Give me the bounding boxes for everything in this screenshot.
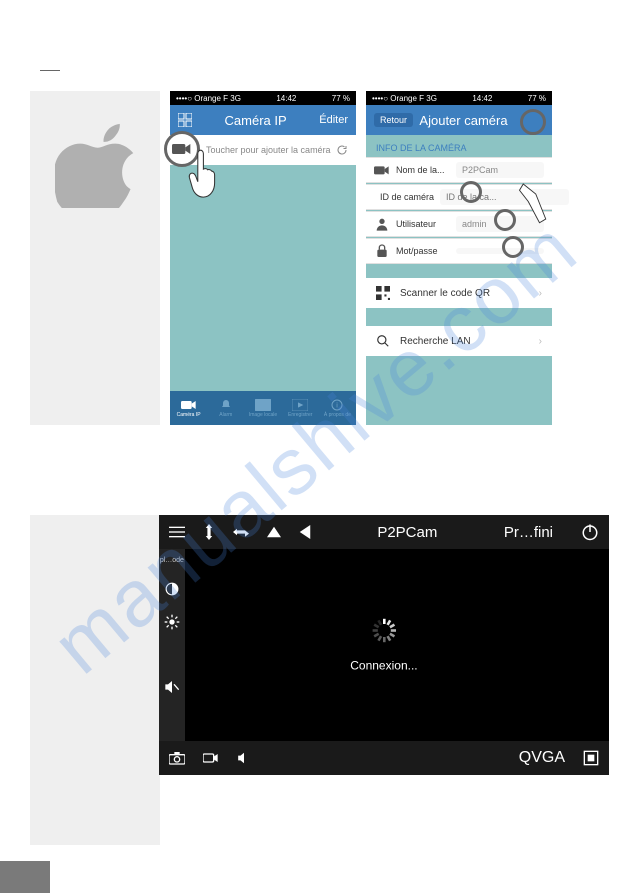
player-status-area: Connexion... <box>350 618 417 673</box>
tab-alarm[interactable]: Alarm <box>207 391 244 425</box>
user-label: Utilisateur <box>396 219 456 229</box>
screenshot-add-camera: ••••○ Orange F 3G 14:42 77 % Retour Ajou… <box>366 91 552 425</box>
edit-button[interactable]: Éditer <box>319 114 348 126</box>
clock-text: 14:42 <box>472 94 492 103</box>
quality-label[interactable]: QVGA <box>519 749 565 767</box>
bottom-tab-bar: Caméra IP Alarm Image locale Enregistrer… <box>170 391 356 425</box>
app-header: Caméra IP Éditer <box>170 105 356 135</box>
page-footer-block <box>0 861 50 893</box>
arrow-horizontal-icon[interactable] <box>233 526 249 538</box>
player-side-toolbar: pl…ode <box>159 549 185 741</box>
triangle-up-icon[interactable] <box>267 525 281 539</box>
row-password[interactable]: Mot/passe <box>366 238 552 264</box>
chevron-right-icon: › <box>539 288 542 299</box>
clock-text: 14:42 <box>276 94 296 103</box>
speaker-icon[interactable] <box>237 751 251 765</box>
section-rule <box>40 70 60 71</box>
spinner-icon <box>371 618 397 644</box>
sidebar-spacer <box>30 515 159 775</box>
brightness-icon[interactable] <box>164 614 180 630</box>
platform-panel-apple <box>30 91 160 235</box>
camcorder-icon <box>374 165 390 176</box>
mode-label[interactable]: pl…ode <box>160 557 184 564</box>
annotation-circle <box>520 109 546 135</box>
player-top-bar: P2PCam Pr…fini <box>159 515 609 549</box>
header-title: Ajouter caméra <box>413 113 514 128</box>
tab-camera[interactable]: Caméra IP <box>170 391 207 425</box>
qr-icon <box>376 286 390 300</box>
menu-icon[interactable] <box>169 526 185 538</box>
arrow-vertical-icon[interactable] <box>203 524 215 540</box>
chevron-right-icon: › <box>539 336 542 347</box>
record-icon[interactable] <box>203 752 219 764</box>
annotation-circle <box>494 209 516 231</box>
finger-pointer-icon <box>516 179 558 229</box>
name-value[interactable]: P2PCam <box>456 162 544 178</box>
header-title: Caméra IP <box>192 113 319 128</box>
video-player: P2PCam Pr…fini pl…ode Connexion... <box>159 515 609 775</box>
screenshot-camera-list: ••••○ Orange F 3G 14:42 77 % Caméra IP É… <box>170 91 356 425</box>
tab-about[interactable]: iÀ propos de <box>319 391 356 425</box>
lan-search-label: Recherche LAN <box>400 336 471 347</box>
status-bar: ••••○ Orange F 3G 14:42 77 % <box>366 91 552 105</box>
lock-icon <box>374 243 390 259</box>
battery-text: 77 % <box>332 94 350 103</box>
sidebar-spacer <box>30 235 160 425</box>
search-icon <box>376 334 390 348</box>
triangle-left-icon[interactable] <box>299 525 311 539</box>
name-label: Nom de la... <box>396 165 456 175</box>
carrier-text: ••••○ Orange F 3G <box>176 94 241 103</box>
user-icon <box>374 216 390 232</box>
annotation-circle <box>502 236 524 258</box>
snapshot-icon[interactable] <box>169 751 185 765</box>
connection-status: Connexion... <box>350 659 417 673</box>
apple-logo-icon <box>55 118 135 208</box>
back-button[interactable]: Retour <box>374 113 413 127</box>
tab-local-image[interactable]: Image locale <box>244 391 281 425</box>
power-icon[interactable] <box>581 523 599 541</box>
finger-pointer-icon <box>188 149 216 199</box>
grid-icon[interactable] <box>178 113 192 127</box>
speaker-off-icon[interactable] <box>164 680 180 694</box>
scan-qr-label: Scanner le code QR <box>400 288 490 299</box>
fullscreen-icon[interactable] <box>583 750 599 766</box>
svg-text:i: i <box>337 402 339 409</box>
player-preset-label[interactable]: Pr…fini <box>504 524 553 541</box>
contrast-icon[interactable] <box>165 582 179 596</box>
carrier-text: ••••○ Orange F 3G <box>372 94 437 103</box>
tab-record[interactable]: Enregistrer <box>282 391 319 425</box>
night-icon[interactable] <box>165 648 179 662</box>
password-value[interactable] <box>456 248 544 254</box>
scan-qr-row[interactable]: Scanner le code QR › <box>366 278 552 308</box>
player-bottom-bar: QVGA <box>159 741 609 775</box>
section-heading: INFO DE LA CAMÉRA <box>366 135 552 157</box>
battery-text: 77 % <box>528 94 546 103</box>
annotation-circle <box>460 181 482 203</box>
add-camera-text: Toucher pour ajouter la caméra <box>206 145 331 155</box>
id-label: ID de caméra <box>380 192 440 202</box>
password-label: Mot/passe <box>396 246 456 256</box>
status-bar: ••••○ Orange F 3G 14:42 77 % <box>170 91 356 105</box>
lan-search-row[interactable]: Recherche LAN › <box>366 326 552 356</box>
player-title: P2PCam <box>329 524 486 541</box>
refresh-icon[interactable] <box>336 144 348 156</box>
sidebar-spacer <box>30 775 160 845</box>
